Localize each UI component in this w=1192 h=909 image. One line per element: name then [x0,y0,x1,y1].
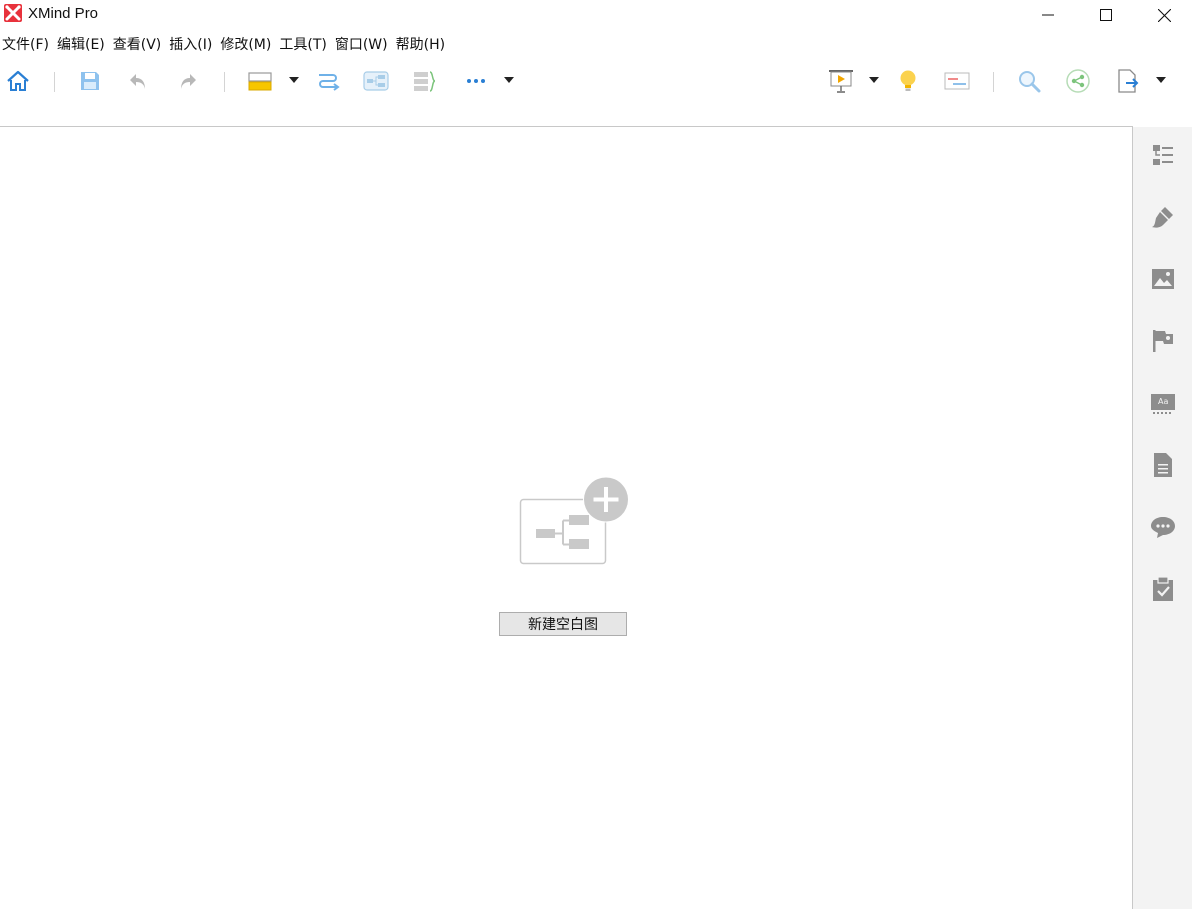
more-button[interactable] [463,68,489,94]
home-button[interactable] [5,68,31,94]
brainstorm-button[interactable] [895,68,921,94]
outline-icon [1153,145,1173,165]
clipboard-check-icon [1153,576,1173,601]
more-dropdown-icon[interactable] [504,76,514,84]
xmind-logo-icon [4,4,22,22]
export-button[interactable] [1115,68,1141,94]
new-map-illustration [519,476,631,567]
close-button[interactable] [1135,0,1192,30]
boundary-button[interactable] [363,68,389,94]
brush-icon [1152,207,1173,228]
minimize-icon [1042,14,1054,16]
notes-button[interactable] [1150,452,1176,478]
gantt-button[interactable] [944,68,970,94]
presentation-icon [829,70,853,93]
style-button[interactable]: Aa [1150,390,1176,416]
title-bar: XMind Pro [0,0,1192,30]
new-map-icon [519,476,629,565]
toolbar-separator [993,72,994,92]
search-icon [1019,71,1041,93]
boundary-icon [363,71,389,91]
undo-button[interactable] [125,68,151,94]
menu-view[interactable]: 查看(V) [111,34,168,56]
topic-dropdown-icon[interactable] [289,76,299,84]
maximize-icon [1100,9,1112,21]
summary-icon [414,71,436,92]
close-icon [1157,8,1171,22]
presentation-dropdown-icon[interactable] [869,76,879,84]
menu-insert[interactable]: 插入(I) [167,34,218,56]
image-button[interactable] [1150,266,1176,292]
task-button[interactable] [1150,576,1176,602]
menu-modify[interactable]: 修改(M) [218,34,277,56]
relationship-button[interactable] [315,68,341,94]
menu-tools[interactable]: 工具(T) [277,34,332,56]
maximize-button[interactable] [1077,0,1135,30]
brainstorm-icon [900,70,916,91]
save-icon [81,72,99,90]
undo-icon [130,74,145,89]
menu-file[interactable]: 文件(F) [0,34,55,56]
menu-bar: 文件(F) 编辑(E) 查看(V) 插入(I) 修改(M) 工具(T) 窗口(W… [0,34,1192,56]
marker-button[interactable] [1150,328,1176,354]
topic-button[interactable] [247,68,273,94]
comment-button[interactable] [1150,514,1176,540]
save-button[interactable] [77,68,103,94]
comment-icon [1151,517,1175,538]
menu-window[interactable]: 窗口(W) [333,34,394,56]
notes-icon [1154,453,1172,477]
menu-edit[interactable]: 编辑(E) [55,34,111,56]
relationship-icon [319,74,340,91]
share-button[interactable] [1065,68,1091,94]
presentation-button[interactable] [828,68,854,94]
more-icon [467,79,485,83]
right-side-panel: Aa [1133,127,1192,909]
topic-icon [248,72,272,91]
svg-text:Aa: Aa [1158,397,1168,406]
format-button[interactable] [1150,204,1176,230]
flag-icon [1153,330,1173,352]
image-icon [1152,269,1174,289]
menu-help[interactable]: 帮助(H) [394,34,451,56]
toolbar-separator [224,72,225,92]
new-blank-map-button[interactable]: 新建空白图 [499,612,627,636]
redo-icon [181,74,196,89]
summary-button[interactable] [412,68,438,94]
home-icon [7,70,29,91]
gantt-icon [944,72,970,90]
search-button[interactable] [1016,68,1042,94]
export-dropdown-icon[interactable] [1156,76,1166,84]
outline-button[interactable] [1150,142,1176,168]
share-icon [1066,69,1090,93]
redo-button[interactable] [175,68,201,94]
window-title: XMind Pro [28,5,99,22]
toolbar [0,58,1192,102]
toolbar-separator [54,72,55,92]
text-style-icon: Aa [1151,394,1175,414]
minimize-button[interactable] [1019,0,1077,30]
export-icon [1118,69,1139,93]
